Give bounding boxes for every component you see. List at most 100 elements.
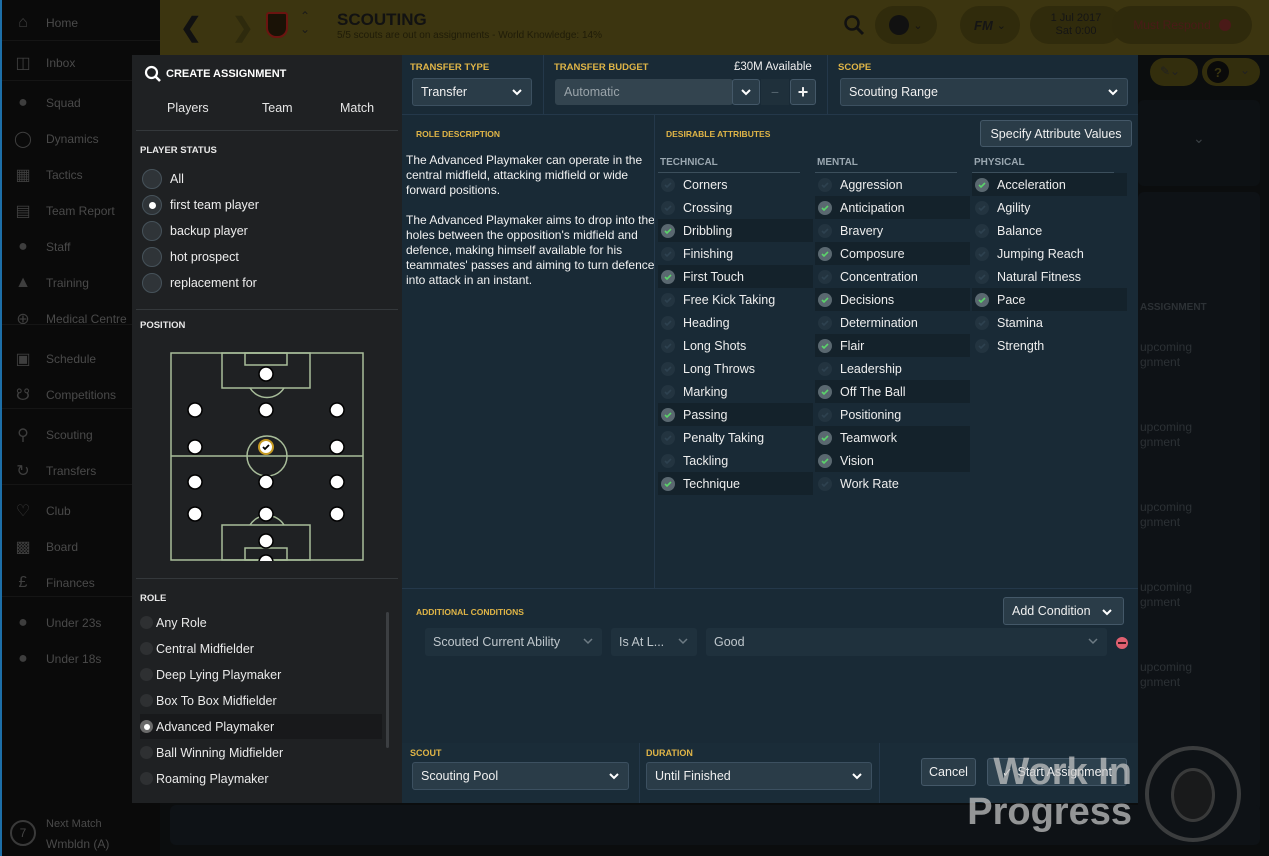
attribute-balance[interactable]: Balance xyxy=(972,219,1127,242)
position-dot[interactable] xyxy=(187,402,203,418)
position-dot[interactable] xyxy=(329,506,345,522)
fm-menu-button[interactable]: FM ⌄ xyxy=(960,6,1020,44)
attribute-free-kick-taking[interactable]: Free Kick Taking xyxy=(658,288,813,311)
budget-increase-button[interactable]: + xyxy=(790,79,816,105)
radio-button[interactable] xyxy=(142,195,162,215)
attribute-work-rate[interactable]: Work Rate xyxy=(815,472,970,495)
radio-button[interactable] xyxy=(140,668,153,681)
back-button[interactable]: ❮ xyxy=(180,12,202,43)
attribute-jumping-reach[interactable]: Jumping Reach xyxy=(972,242,1127,265)
attribute-agility[interactable]: Agility xyxy=(972,196,1127,219)
position-dot[interactable] xyxy=(187,439,203,455)
position-dot[interactable] xyxy=(258,474,274,490)
attribute-technique[interactable]: Technique xyxy=(658,472,813,495)
radio-button[interactable] xyxy=(140,720,153,733)
player-status-option[interactable]: replacement for xyxy=(142,272,257,294)
attribute-aggression[interactable]: Aggression xyxy=(815,173,970,196)
remove-condition-icon[interactable] xyxy=(1116,637,1128,649)
specify-attribute-values-button[interactable]: Specify Attribute Values xyxy=(980,120,1132,147)
date-continue-button[interactable]: 1 Jul 2017 Sat 0:00 xyxy=(1030,6,1122,44)
role-option[interactable]: Advanced Playmaker xyxy=(140,714,382,739)
radio-button[interactable] xyxy=(140,642,153,655)
position-dot[interactable] xyxy=(258,533,274,549)
duration-select[interactable]: Until Finished xyxy=(646,762,872,790)
tab-match[interactable]: Match xyxy=(340,101,374,115)
add-condition-button[interactable]: Add Condition xyxy=(1003,597,1124,625)
role-option[interactable]: Roaming Playmaker xyxy=(140,766,382,791)
attribute-finishing[interactable]: Finishing xyxy=(658,242,813,265)
help-menu-button[interactable]: ? ⌄ xyxy=(1202,58,1260,86)
condition-field-select[interactable]: Scouted Current Ability xyxy=(425,628,602,656)
club-crest-icon[interactable] xyxy=(266,12,288,38)
attribute-acceleration[interactable]: Acceleration xyxy=(972,173,1127,196)
attribute-strength[interactable]: Strength xyxy=(972,334,1127,357)
player-status-option[interactable]: backup player xyxy=(142,220,248,242)
transfer-type-select[interactable]: Transfer xyxy=(412,78,532,106)
position-dot[interactable] xyxy=(329,474,345,490)
attribute-passing[interactable]: Passing xyxy=(658,403,813,426)
role-option[interactable]: Deep Lying Playmaker xyxy=(140,662,382,687)
radio-button[interactable] xyxy=(140,746,153,759)
radio-button[interactable] xyxy=(142,221,162,241)
attribute-pace[interactable]: Pace xyxy=(972,288,1127,311)
attribute-determination[interactable]: Determination xyxy=(815,311,970,334)
attribute-stamina[interactable]: Stamina xyxy=(972,311,1127,334)
player-status-option[interactable]: hot prospect xyxy=(142,246,239,268)
attribute-flair[interactable]: Flair xyxy=(815,334,970,357)
attribute-first-touch[interactable]: First Touch xyxy=(658,265,813,288)
club-switch-arrows-icon[interactable]: ⌃ ⌄ xyxy=(300,10,310,36)
attribute-teamwork[interactable]: Teamwork xyxy=(815,426,970,449)
attribute-penalty-taking[interactable]: Penalty Taking xyxy=(658,426,813,449)
radio-button[interactable] xyxy=(142,247,162,267)
radio-button[interactable] xyxy=(140,772,153,785)
attribute-bravery[interactable]: Bravery xyxy=(815,219,970,242)
position-dot[interactable] xyxy=(187,474,203,490)
attribute-composure[interactable]: Composure xyxy=(815,242,970,265)
transfer-budget-input[interactable]: Automatic xyxy=(555,79,733,105)
next-match-widget[interactable]: 7 Next Match Wmbldn (A) xyxy=(10,815,160,855)
budget-dropdown-button[interactable] xyxy=(732,79,760,105)
must-respond-button[interactable]: Must Respond xyxy=(1112,6,1252,44)
role-option[interactable]: Box To Box Midfielder xyxy=(140,688,382,713)
player-status-option[interactable]: first team player xyxy=(142,194,259,216)
attribute-concentration[interactable]: Concentration xyxy=(815,265,970,288)
attribute-heading[interactable]: Heading xyxy=(658,311,813,334)
condition-operator-select[interactable]: Is At L... xyxy=(611,628,697,656)
attribute-dribbling[interactable]: Dribbling xyxy=(658,219,813,242)
position-dot[interactable] xyxy=(329,439,345,455)
budget-decrease-button[interactable]: − xyxy=(761,79,789,105)
radio-button[interactable] xyxy=(142,169,162,189)
radio-button[interactable] xyxy=(140,616,153,629)
scout-select[interactable]: Scouting Pool xyxy=(412,762,629,790)
attribute-off-the-ball[interactable]: Off The Ball xyxy=(815,380,970,403)
position-dot[interactable] xyxy=(258,366,274,382)
attribute-long-throws[interactable]: Long Throws xyxy=(658,357,813,380)
role-list-scrollbar[interactable] xyxy=(386,612,389,748)
scope-select[interactable]: Scouting Range xyxy=(840,78,1128,106)
position-dot[interactable] xyxy=(258,506,274,522)
radio-button[interactable] xyxy=(140,694,153,707)
position-dot[interactable] xyxy=(258,402,274,418)
attribute-anticipation[interactable]: Anticipation xyxy=(815,196,970,219)
tab-team[interactable]: Team xyxy=(262,101,293,115)
radio-button[interactable] xyxy=(142,273,162,293)
attribute-decisions[interactable]: Decisions xyxy=(815,288,970,311)
attribute-tackling[interactable]: Tackling xyxy=(658,449,813,472)
position-dot[interactable] xyxy=(258,554,274,561)
attribute-positioning[interactable]: Positioning xyxy=(815,403,970,426)
position-dot[interactable] xyxy=(329,402,345,418)
edit-menu-button[interactable]: ✎⌄ xyxy=(1150,58,1198,86)
role-option[interactable]: Ball Winning Midfielder xyxy=(140,740,382,765)
attribute-long-shots[interactable]: Long Shots xyxy=(658,334,813,357)
sidebar-item-home[interactable]: ⌂ Home xyxy=(2,5,160,41)
attribute-leadership[interactable]: Leadership xyxy=(815,357,970,380)
attribute-marking[interactable]: Marking xyxy=(658,380,813,403)
condition-value-select[interactable]: Good xyxy=(706,628,1107,656)
player-status-option[interactable]: All xyxy=(142,168,184,190)
attribute-crossing[interactable]: Crossing xyxy=(658,196,813,219)
world-menu-button[interactable]: ⌄ xyxy=(875,6,937,44)
attribute-natural-fitness[interactable]: Natural Fitness xyxy=(972,265,1127,288)
attribute-corners[interactable]: Corners xyxy=(658,173,813,196)
attribute-vision[interactable]: Vision xyxy=(815,449,970,472)
role-option[interactable]: Central Midfielder xyxy=(140,636,382,661)
